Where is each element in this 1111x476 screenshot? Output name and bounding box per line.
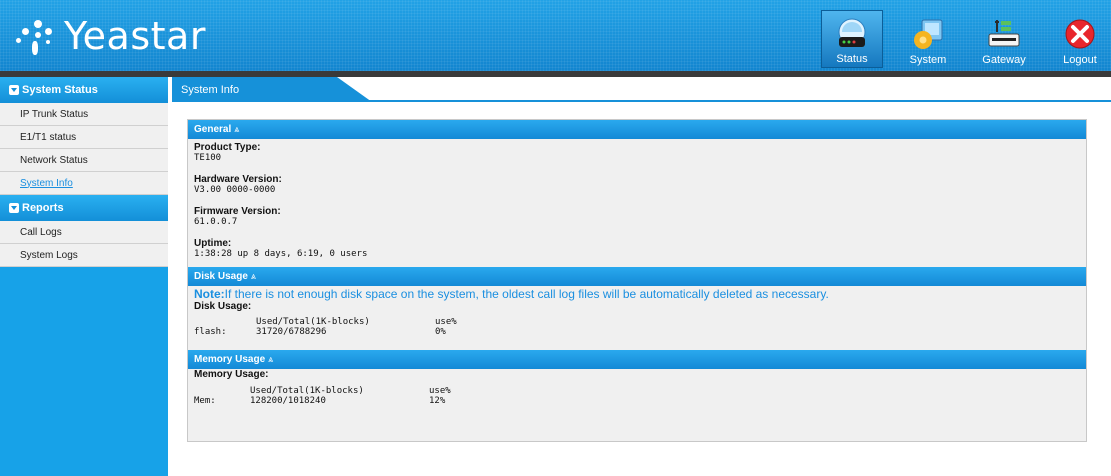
hardware-version-value: V3.00 0000-0000 [194, 185, 276, 195]
tab-system-info[interactable]: System Info [172, 77, 372, 102]
nav-logout-label: Logout [1063, 54, 1097, 66]
sidebar-item-e1t1-status[interactable]: E1/T1 status [0, 126, 168, 149]
disk-usage-field: Disk Usage: Used/Total(1K-blocks) use% f… [188, 301, 1086, 351]
logo-mark-icon [16, 16, 58, 56]
memory-col-header: Used/Total(1K-blocks) [250, 386, 364, 396]
logout-icon [1061, 17, 1099, 53]
top-navigation: Status System Gateway Logout [821, 10, 1111, 68]
sidebar-item-system-logs[interactable]: System Logs [0, 244, 168, 267]
hardware-version-label: Hardware Version: [194, 174, 282, 185]
sidebar-section-system-status[interactable]: System Status [0, 77, 168, 103]
sidebar-item-system-info[interactable]: System Info [0, 172, 168, 195]
nav-status-label: Status [836, 53, 868, 65]
memory-row-pct: 12% [429, 396, 446, 406]
memory-row-name: Mem: [194, 396, 216, 406]
system-icon [909, 17, 947, 53]
collapse-icon[interactable]: ⩓ [234, 124, 239, 135]
uptime-value: 1:38:28 up 8 days, 6:19, 0 users [194, 249, 368, 259]
product-type-label: Product Type: [194, 142, 261, 153]
memory-usage-table: Used/Total(1K-blocks) use% Mem: 128200/1… [194, 386, 1086, 416]
section-disk-usage-header[interactable]: Disk Usage ⩓ [188, 267, 1086, 286]
section-title: Memory Usage [194, 354, 266, 365]
brand-name: Yeastar [64, 14, 206, 58]
memory-use-header: use% [429, 386, 451, 396]
sidebar-section-reports[interactable]: Reports [0, 195, 168, 221]
nav-gateway-label: Gateway [982, 54, 1026, 66]
product-type-value: TE100 [194, 153, 222, 163]
hardware-version-field: Hardware Version: V3.00 0000-0000 [188, 174, 1086, 195]
uptime-label: Uptime: [194, 238, 232, 249]
tab-bar: System Info [172, 77, 1111, 102]
top-header: Yeastar Status System Gateway Logout [0, 0, 1111, 71]
sidebar-section-label: Reports [22, 202, 64, 214]
sidebar: System Status IP Trunk Status E1/T1 stat… [0, 77, 168, 476]
sidebar-section-label: System Status [22, 84, 98, 96]
system-info-panel: General ⩓ Product Type: TE100 Hardware V… [187, 119, 1087, 442]
section-title: Disk Usage [194, 271, 248, 282]
firmware-version-label: Firmware Version: [194, 206, 281, 217]
section-title: General [194, 124, 232, 135]
memory-usage-field: Memory Usage: Used/Total(1K-blocks) use%… [188, 369, 1086, 416]
section-memory-usage-header[interactable]: Memory Usage ⩓ [188, 350, 1086, 369]
chevron-down-icon [9, 85, 19, 95]
chevron-down-icon [9, 203, 19, 213]
main-content: General ⩓ Product Type: TE100 Hardware V… [172, 102, 1111, 476]
firmware-version-field: Firmware Version: 61.0.0.7 [188, 206, 1086, 227]
disk-col-header: Used/Total(1K-blocks) [256, 317, 370, 327]
disk-use-header: use% [435, 317, 457, 327]
disk-usage-table: Used/Total(1K-blocks) use% flash: 31720/… [194, 317, 1086, 351]
memory-usage-label: Memory Usage: [194, 369, 269, 380]
sidebar-item-network-status[interactable]: Network Status [0, 149, 168, 172]
sidebar-item-ip-trunk-status[interactable]: IP Trunk Status [0, 103, 168, 126]
collapse-icon[interactable]: ⩓ [268, 354, 273, 365]
sidebar-item-call-logs[interactable]: Call Logs [0, 221, 168, 244]
status-icon [833, 16, 871, 52]
disk-row-name: flash: [194, 327, 227, 337]
nav-system-label: System [909, 54, 947, 66]
disk-usage-label: Disk Usage: [194, 301, 252, 312]
note-prefix: Note: [194, 287, 225, 301]
gateway-icon [985, 17, 1023, 53]
nav-status[interactable]: Status [821, 10, 883, 68]
nav-gateway[interactable]: Gateway [973, 10, 1035, 68]
product-type-field: Product Type: TE100 [188, 142, 1086, 163]
section-general-header[interactable]: General ⩓ [188, 120, 1086, 139]
nav-logout[interactable]: Logout [1049, 10, 1111, 68]
yeastar-logo[interactable]: Yeastar [16, 14, 206, 58]
uptime-field: Uptime: 1:38:28 up 8 days, 6:19, 0 users [188, 238, 1086, 259]
disk-row-used: 31720/6788296 [256, 327, 327, 337]
firmware-version-value: 61.0.0.7 [194, 217, 238, 227]
disk-row-pct: 0% [435, 327, 446, 337]
nav-system[interactable]: System [897, 10, 959, 68]
note-text: If there is not enough disk space on the… [224, 287, 829, 301]
collapse-icon[interactable]: ⩓ [251, 271, 256, 282]
memory-row-used: 128200/1018240 [250, 396, 326, 406]
disk-note: Note:If there is not enough disk space o… [188, 287, 1086, 301]
